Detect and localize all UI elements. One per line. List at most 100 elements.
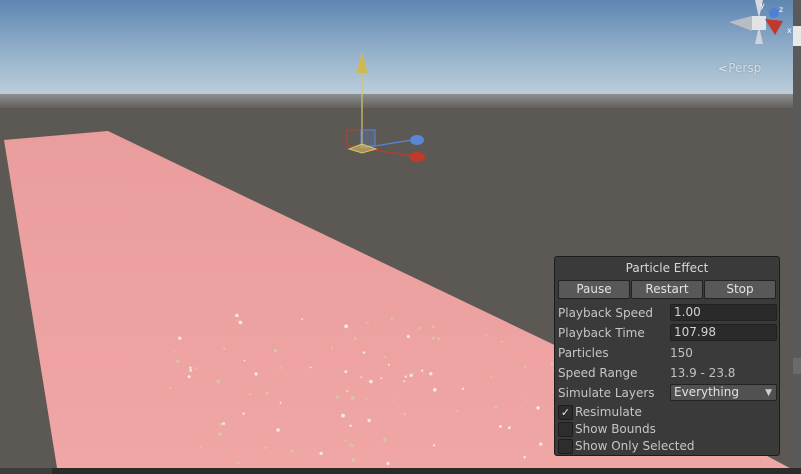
x-axis-arrow[interactable] [409,152,425,162]
show-only-selected-label: Show Only Selected [575,439,695,453]
particle [349,424,352,427]
particle [264,446,267,449]
particle [301,318,304,320]
particle [276,428,280,432]
particle [429,372,433,376]
x-axis-cone[interactable] [765,19,783,35]
show-only-selected-check-box [558,439,573,454]
playback-time-field[interactable]: 107.98 [670,324,777,341]
particle [433,444,436,447]
speed-range-value: 13.9 - 23.8 [670,366,736,380]
projection-toggle[interactable]: <Persp [718,61,761,75]
particle [218,432,222,436]
particle [254,372,258,376]
particle [216,379,221,384]
particle [380,377,383,380]
particle [189,366,192,369]
particle [344,439,347,443]
particle [413,371,415,374]
particle [279,401,282,404]
particle [223,347,226,350]
particle [494,405,498,409]
particle [383,437,387,442]
particle [350,396,355,400]
particle [367,418,371,423]
particle [348,443,352,446]
particle [344,370,348,373]
particles-value: 150 [670,346,693,360]
show-bounds-check-box [558,422,573,437]
resimulate-label: Resimulate [575,405,642,419]
playback-speed-label: Playback Speed [558,306,653,320]
particle [403,412,406,416]
particle [168,386,172,390]
yz-plane-handle[interactable] [360,129,376,147]
gizmo-center-cube[interactable] [752,16,766,30]
resimulate-check-icon: ✓ [558,405,573,420]
particle [461,387,465,390]
particle [437,337,441,341]
particle [524,365,527,368]
speed-range-row: Speed Range 13.9 - 23.8 [558,364,776,382]
playback-speed-field[interactable]: 1.00 [670,304,777,321]
horizon-haze [0,94,801,110]
particle [416,329,419,331]
z-axis-cone[interactable] [769,8,779,18]
particle [366,321,369,324]
particle [274,348,278,353]
particle [523,456,526,459]
particle-effect-panel: Particle Effect Pause Restart Stop Playb… [554,256,780,456]
particle [550,362,554,366]
particle [536,406,540,410]
particle [319,451,323,455]
projection-label: Persp [728,61,762,75]
right-panel-edge [793,0,801,474]
particle [409,373,413,377]
particle [353,337,357,340]
playback-time-label: Playback Time [558,326,645,340]
particle [406,335,410,338]
particle [309,366,312,369]
gizmo-label-z: z [779,5,783,14]
particle [219,422,223,426]
simulate-layers-value: Everything [674,385,739,399]
particle [238,320,243,325]
particle [499,425,502,428]
simulate-layers-dropdown[interactable]: Everything ▼ [670,384,777,401]
particle [485,334,488,337]
playback-buttons: Pause Restart Stop [558,280,776,299]
particle [365,398,368,400]
restart-button[interactable]: Restart [631,280,703,299]
particle [336,396,340,399]
particle [235,313,239,318]
particle [360,376,363,379]
particle [275,457,278,460]
particle [490,375,492,378]
panel-title: Particle Effect [625,261,709,275]
stop-button[interactable]: Stop [704,280,776,299]
particle [200,446,202,449]
bottom-bar-segment [0,468,52,474]
dropdown-arrow-icon: ▼ [765,388,772,398]
sky [0,0,801,102]
particle [539,442,543,446]
particle [189,369,192,372]
particle [386,462,390,465]
particle [433,388,437,392]
z-axis-arrow[interactable] [410,135,424,145]
pause-button[interactable]: Pause [558,280,630,299]
simulate-layers-row: Simulate Layers Everything ▼ [558,384,777,402]
particle [236,319,239,322]
particles-row: Particles 150 [558,344,776,362]
bottom-bar [0,468,801,474]
gizmo-label-y: y [760,1,765,10]
particles-label: Particles [558,346,609,360]
particle [403,380,406,383]
particle [290,449,294,453]
gizmo-left-cone[interactable] [729,16,752,31]
particle [174,350,177,353]
particle [243,359,246,362]
particle [383,355,386,359]
particle [279,366,282,370]
particle [265,391,269,395]
